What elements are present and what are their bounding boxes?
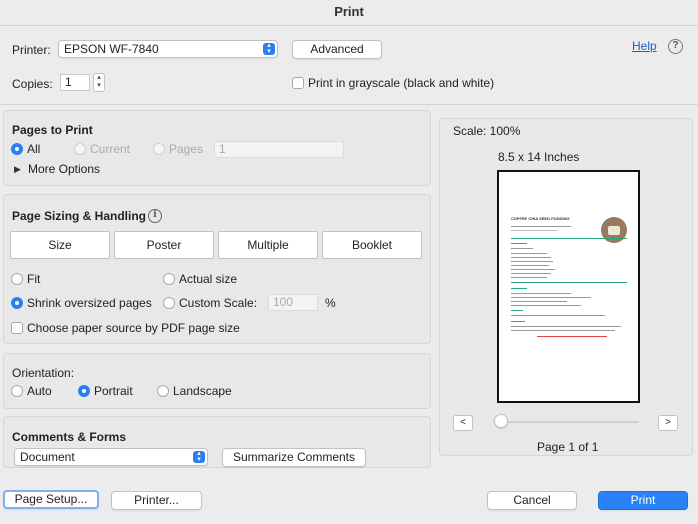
help-icon[interactable]: ? bbox=[668, 39, 683, 54]
pages-range-label: Pages bbox=[169, 142, 204, 156]
page-slider-thumb[interactable] bbox=[494, 414, 508, 428]
copies-label: Copies: bbox=[12, 77, 53, 91]
popup-arrows-icon: ▴ ▾ bbox=[193, 450, 205, 463]
printer-settings-area: Printer: EPSON WF-7840 ▴ ▾ Advanced Help … bbox=[0, 27, 698, 105]
pages-range-field[interactable]: 1 bbox=[214, 141, 344, 158]
window-title: Print bbox=[0, 0, 698, 26]
preview-doc-title: COFFEE CHIA SEED PUDDING bbox=[511, 216, 570, 221]
percent-label: % bbox=[325, 296, 336, 310]
pages-range-radio[interactable] bbox=[153, 143, 165, 155]
printer-select[interactable]: EPSON WF-7840 ▴ ▾ bbox=[58, 40, 278, 58]
advanced-button[interactable]: Advanced bbox=[292, 40, 382, 59]
custom-scale-label: Custom Scale: bbox=[179, 296, 258, 310]
page-setup-button[interactable]: Page Setup... bbox=[3, 490, 99, 509]
next-page-button[interactable]: > bbox=[658, 415, 678, 431]
shrink-oversized-label: Shrink oversized pages bbox=[27, 296, 152, 310]
current-page-radio[interactable] bbox=[74, 143, 86, 155]
printer-label: Printer: bbox=[12, 43, 51, 57]
shrink-oversized-radio[interactable] bbox=[11, 297, 23, 309]
page-info-label: Page 1 of 1 bbox=[537, 440, 599, 454]
comments-forms-select[interactable]: Document ▴ ▾ bbox=[14, 448, 208, 466]
printer-dialog-button[interactable]: Printer... bbox=[111, 491, 202, 510]
landscape-label: Landscape bbox=[173, 384, 232, 398]
choose-paper-source-label: Choose paper source by PDF page size bbox=[27, 321, 240, 335]
custom-scale-radio[interactable] bbox=[163, 297, 175, 309]
grayscale-label: Print in grayscale (black and white) bbox=[308, 76, 495, 90]
previous-page-button[interactable]: < bbox=[453, 415, 473, 431]
page-slider-track[interactable] bbox=[496, 421, 639, 423]
custom-scale-field[interactable]: 100 bbox=[268, 294, 318, 311]
portrait-label: Portrait bbox=[94, 384, 133, 398]
info-icon[interactable]: i bbox=[148, 209, 162, 223]
comments-forms-title: Comments & Forms bbox=[12, 430, 127, 444]
all-pages-radio[interactable] bbox=[11, 143, 23, 155]
page-preview: COFFEE CHIA SEED PUDDING bbox=[497, 170, 640, 403]
tab-multiple[interactable]: Multiple bbox=[218, 231, 318, 259]
stepper-up-icon[interactable]: ▴ bbox=[97, 74, 101, 81]
paper-size-label: 8.5 x 14 Inches bbox=[498, 150, 580, 164]
preview-photo bbox=[601, 217, 627, 243]
disclosure-triangle-icon[interactable]: ▶ bbox=[14, 164, 21, 175]
actual-size-radio[interactable] bbox=[163, 273, 175, 285]
cancel-button[interactable]: Cancel bbox=[487, 491, 577, 510]
auto-orientation-label: Auto bbox=[27, 384, 52, 398]
popup-arrows-icon: ▴ ▾ bbox=[263, 42, 275, 55]
orientation-title: Orientation: bbox=[12, 366, 75, 380]
landscape-radio[interactable] bbox=[157, 385, 169, 397]
page-sizing-title: Page Sizing & Handling bbox=[12, 209, 147, 223]
choose-paper-source-checkbox[interactable] bbox=[11, 322, 23, 334]
comments-forms-value: Document bbox=[20, 450, 75, 464]
tab-poster[interactable]: Poster bbox=[114, 231, 214, 259]
all-pages-label: All bbox=[27, 142, 41, 156]
help-link[interactable]: Help bbox=[632, 39, 657, 53]
print-button[interactable]: Print bbox=[598, 491, 688, 510]
scale-label: Scale: 100% bbox=[453, 124, 521, 138]
tab-booklet[interactable]: Booklet bbox=[322, 231, 422, 259]
more-options-link[interactable]: More Options bbox=[28, 162, 100, 176]
portrait-radio[interactable] bbox=[78, 385, 90, 397]
copies-field[interactable]: 1 bbox=[60, 74, 90, 91]
tab-size[interactable]: Size bbox=[10, 231, 110, 259]
current-page-label: Current bbox=[90, 142, 131, 156]
pages-to-print-title: Pages to Print bbox=[12, 123, 93, 137]
actual-size-label: Actual size bbox=[179, 272, 238, 286]
fit-radio[interactable] bbox=[11, 273, 23, 285]
printer-select-value: EPSON WF-7840 bbox=[64, 42, 159, 56]
fit-label: Fit bbox=[27, 272, 41, 286]
grayscale-checkbox[interactable] bbox=[292, 77, 304, 89]
copies-stepper[interactable]: ▴ ▾ bbox=[93, 73, 105, 92]
stepper-down-icon[interactable]: ▾ bbox=[97, 82, 101, 89]
summarize-comments-button[interactable]: Summarize Comments bbox=[222, 448, 366, 467]
orientation-panel bbox=[3, 353, 431, 409]
auto-orientation-radio[interactable] bbox=[11, 385, 23, 397]
